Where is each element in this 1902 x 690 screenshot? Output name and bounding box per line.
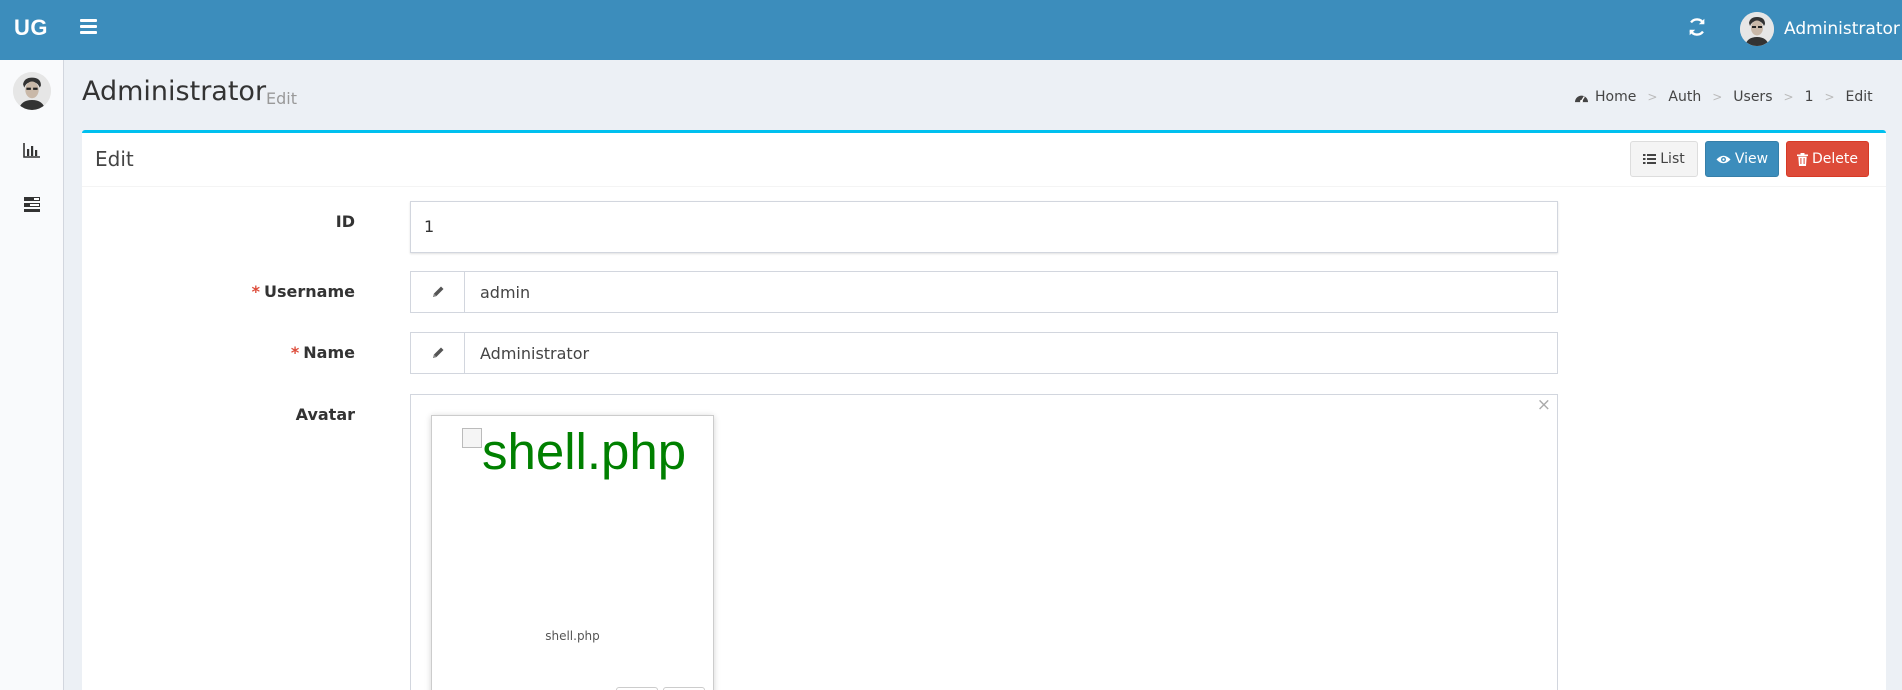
username-input[interactable]: admin [465,272,1557,312]
file-caption: shell.php [545,629,600,643]
breadcrumb-separator: > [1647,90,1658,104]
bar-chart-icon[interactable] [22,140,42,160]
avatar-upload-area[interactable]: × shell.php shell.php [410,394,1558,690]
box-header: Edit List View Delete [82,133,1886,187]
delete-button-label: Delete [1812,151,1858,167]
user-name: Administrator [1784,19,1900,39]
avatar-label: Avatar [295,405,355,424]
sidebar-user-avatar[interactable] [13,72,51,110]
image-alt-text: shell.php [482,423,687,480]
required-mark: * [251,282,261,301]
name-input[interactable]: Administrator [465,333,1557,373]
delete-button[interactable]: Delete [1786,141,1869,177]
username-addon [411,272,465,312]
box-title: Edit [95,147,134,171]
list-button-label: List [1660,151,1685,167]
page-subtitle: Edit [266,89,297,108]
required-mark: * [290,343,300,362]
sidebar-toggle-icon[interactable] [80,19,97,37]
username-field[interactable]: admin [410,271,1558,313]
trash-icon [1797,152,1808,166]
pencil-icon [432,286,443,297]
name-addon [411,333,465,373]
dashboard-icon [1575,95,1588,103]
broken-image: shell.php [462,426,686,477]
id-label: ID [335,212,355,231]
close-icon[interactable]: × [1537,395,1551,415]
list-button[interactable]: List [1630,141,1698,177]
refresh-icon[interactable] [1686,16,1708,38]
broken-image-icon [462,428,482,448]
app-logo[interactable]: UG [14,15,48,41]
view-button[interactable]: View [1705,141,1779,177]
name-label-text: Name [303,343,355,362]
name-field[interactable]: Administrator [410,332,1558,374]
breadcrumb-separator: > [1783,90,1794,104]
breadcrumb-auth[interactable]: Auth [1668,89,1701,105]
id-value: 1 [424,217,435,236]
username-label-text: Username [264,282,355,301]
username-label: * Username [252,282,355,301]
breadcrumb-separator: > [1824,90,1835,104]
name-label: * Name [291,343,355,362]
view-button-label: View [1734,151,1769,167]
tasks-icon[interactable] [22,194,42,214]
eye-icon [1716,155,1731,163]
breadcrumb: Home > Auth > Users > 1 > Edit [1574,89,1873,105]
user-menu[interactable]: Administrator [1740,12,1900,46]
pencil-icon [432,347,443,358]
breadcrumb-separator: > [1712,90,1723,104]
user-avatar [1740,12,1774,46]
top-navbar: UG Administrator [0,0,1902,60]
breadcrumb-edit: Edit [1845,89,1873,105]
breadcrumb-user-id[interactable]: 1 [1805,89,1814,105]
edit-box: Edit List View Delete ID 1 * Username ad… [82,130,1886,690]
breadcrumb-home[interactable]: Home [1595,89,1636,105]
page-title: Administrator [82,76,267,107]
sidebar [0,60,64,690]
avatar-preview: shell.php shell.php [431,415,714,690]
list-icon [1643,154,1657,164]
breadcrumb-users[interactable]: Users [1733,89,1772,105]
id-field[interactable]: 1 [410,201,1558,253]
